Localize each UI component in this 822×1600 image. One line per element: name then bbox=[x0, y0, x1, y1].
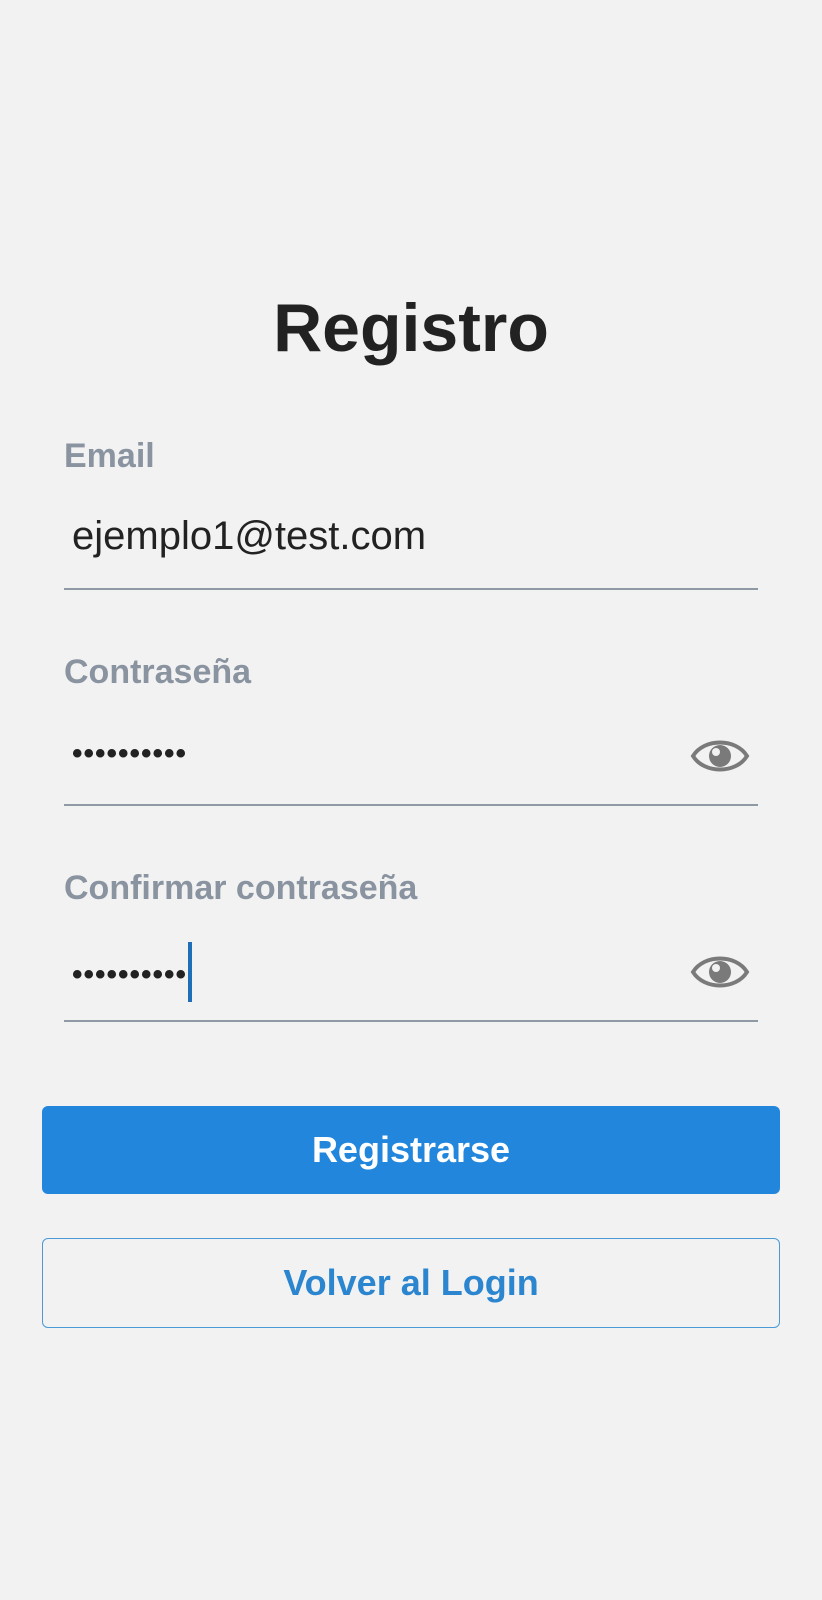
register-button[interactable]: Registrarse bbox=[42, 1106, 780, 1194]
eye-icon[interactable] bbox=[690, 950, 750, 994]
confirm-password-field[interactable]: •••••••••• bbox=[64, 932, 758, 1022]
confirm-password-label: Confirmar contraseña bbox=[64, 869, 418, 907]
eye-icon[interactable] bbox=[690, 734, 750, 778]
password-field[interactable]: •••••••••• bbox=[64, 716, 758, 806]
email-value: ejemplo1@test.com bbox=[72, 514, 427, 558]
password-value: •••••••••• bbox=[72, 737, 188, 770]
text-caret bbox=[188, 942, 193, 1002]
email-field-group: Email ejemplo1@test.com bbox=[64, 436, 758, 596]
email-label: Email bbox=[64, 437, 155, 475]
back-to-login-button[interactable]: Volver al Login bbox=[42, 1238, 780, 1328]
email-field[interactable]: ejemplo1@test.com bbox=[64, 500, 758, 590]
page-title: Registro bbox=[273, 290, 549, 366]
confirm-password-dots: •••••••••• bbox=[72, 957, 188, 991]
password-field-group: Contraseña •••••••••• bbox=[64, 652, 758, 812]
confirm-password-field-group: Confirmar contraseña •••••••••• bbox=[64, 868, 758, 1028]
password-label: Contraseña bbox=[64, 653, 252, 691]
register-screen: Registro Email ejemplo1@test.com Contras… bbox=[0, 0, 822, 1600]
confirm-password-value: •••••••••• bbox=[72, 942, 193, 1006]
